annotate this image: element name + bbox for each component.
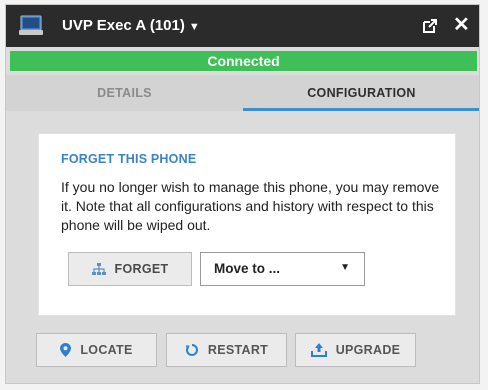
location-pin-icon (60, 343, 72, 357)
locate-button-label: LOCATE (80, 343, 133, 357)
close-icon[interactable]: ✕ (453, 15, 470, 35)
tab-bar: DETAILS CONFIGURATION (6, 75, 479, 111)
forget-phone-heading: FORGET THIS PHONE (61, 152, 197, 166)
tab-details[interactable]: DETAILS (6, 75, 243, 111)
upgrade-icon (310, 343, 327, 357)
active-tab-indicator (243, 108, 479, 111)
chevron-down-icon: ▼ (340, 262, 350, 273)
connection-status: Connected (10, 51, 477, 71)
move-to-value: Move to ... (214, 261, 281, 276)
phone-panel: UVP Exec A (101) ▼ ✕ Connected DETAILS CO… (5, 4, 480, 384)
upgrade-button-label: UPGRADE (335, 343, 401, 357)
phone-icon (18, 15, 44, 37)
move-to-select[interactable]: Move to ... ▼ (200, 252, 365, 286)
tab-configuration[interactable]: CONFIGURATION (243, 75, 479, 111)
chevron-down-icon: ▼ (188, 21, 200, 33)
forget-phone-description: If you no longer wish to manage this pho… (61, 179, 440, 233)
locate-button[interactable]: LOCATE (36, 333, 157, 367)
restart-icon (185, 344, 198, 356)
restart-button[interactable]: RESTART (166, 333, 287, 367)
forget-button[interactable]: FORGET (68, 252, 192, 286)
forget-phone-card: FORGET THIS PHONE If you no longer wish … (38, 133, 456, 316)
popout-icon[interactable] (422, 18, 438, 34)
network-icon (91, 262, 106, 275)
title-bar: UVP Exec A (101) ▼ ✕ (6, 5, 479, 47)
restart-button-label: RESTART (207, 343, 269, 357)
window-title-dropdown[interactable]: UVP Exec A (101) ▼ (62, 17, 200, 34)
forget-button-label: FORGET (114, 262, 169, 276)
upgrade-button[interactable]: UPGRADE (295, 333, 416, 367)
window-title: UVP Exec A (101) (62, 17, 185, 34)
